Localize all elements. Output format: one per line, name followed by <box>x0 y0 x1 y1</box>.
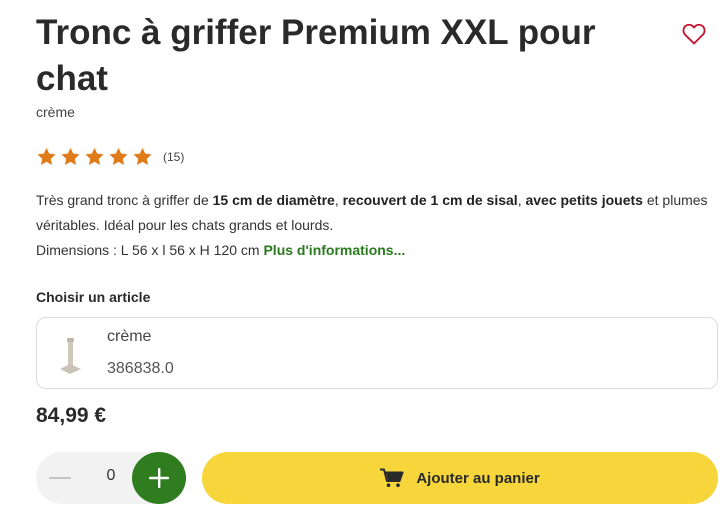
product-description: Très grand tronc à griffer de 15 cm de d… <box>36 188 716 263</box>
product-title: Tronc à griffer Premium XXL pour chat <box>36 13 596 98</box>
rating-count[interactable]: (15) <box>163 150 184 164</box>
minus-icon <box>49 477 71 479</box>
cart-icon <box>380 468 404 487</box>
star-icon <box>108 147 129 167</box>
wishlist-button[interactable] <box>680 20 708 48</box>
product-thumbnail <box>60 338 81 374</box>
article-name: crème <box>107 328 152 345</box>
increase-quantity-button[interactable] <box>132 452 186 504</box>
desc-text: Très grand tronc à griffer de <box>36 192 213 208</box>
desc-highlight: recouvert de 1 cm de sisal <box>342 192 518 208</box>
quantity-input[interactable] <box>96 467 126 485</box>
choose-article-label: Choisir un article <box>36 289 151 305</box>
decrease-quantity-button[interactable] <box>48 466 72 490</box>
heart-icon <box>682 23 706 45</box>
product-price: 84,99 € <box>36 404 107 427</box>
plus-icon <box>149 468 169 488</box>
star-icon <box>60 147 81 167</box>
rating-stars[interactable]: (15) <box>36 147 184 167</box>
article-code: 386838.0 <box>107 360 174 377</box>
desc-highlight: 15 cm de diamètre <box>212 192 335 208</box>
desc-highlight: avec petits jouets <box>525 192 643 208</box>
add-to-cart-label: Ajouter au panier <box>416 469 540 487</box>
variant-label: crème <box>36 104 75 120</box>
dimensions-text: Dimensions : L 56 x l 56 x H 120 cm <box>36 242 260 258</box>
star-icon <box>84 147 105 167</box>
desc-text: , <box>334 192 343 208</box>
star-icon <box>132 147 153 167</box>
add-to-cart-button[interactable]: Ajouter au panier <box>202 452 718 504</box>
article-option[interactable]: crème 386838.0 <box>36 317 718 389</box>
quantity-stepper <box>36 452 186 504</box>
star-icon <box>36 147 57 167</box>
more-info-link[interactable]: Plus d'informations... <box>263 242 405 258</box>
